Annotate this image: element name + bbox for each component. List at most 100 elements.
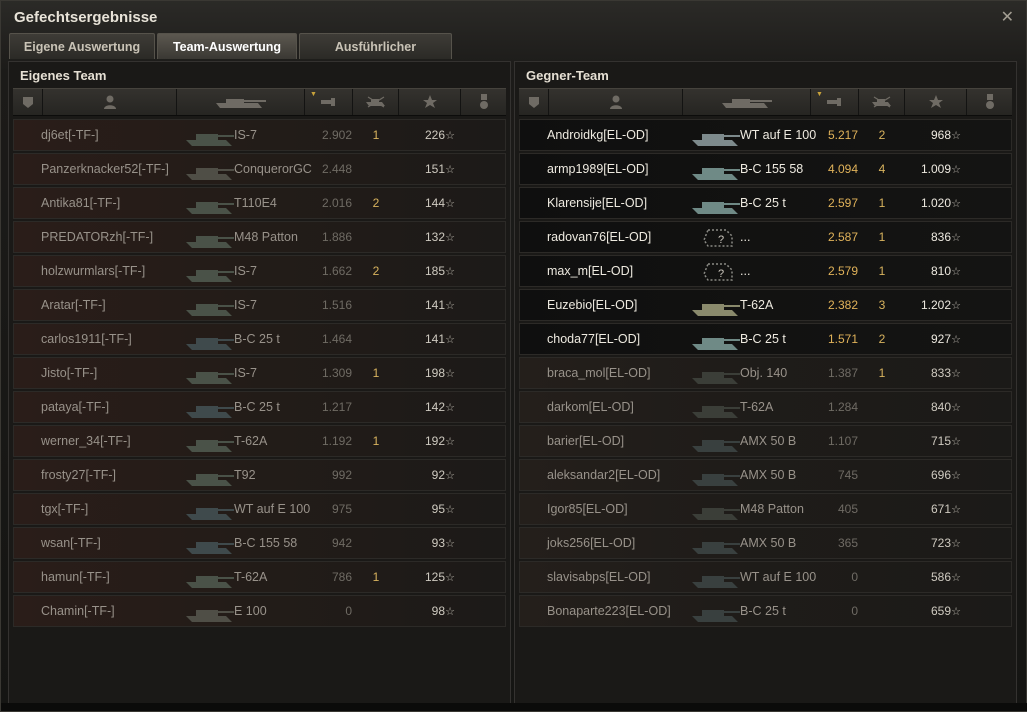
damage-sort-icon[interactable]: ▼ xyxy=(811,89,859,115)
table-row[interactable]: holzwurmlars[-TF-] IS-7 1.662 2 185 ☆ xyxy=(13,255,506,287)
player-name: Aratar[-TF-] xyxy=(41,298,106,312)
xp-sort-icon[interactable] xyxy=(399,89,461,115)
damage-value: 1.107 xyxy=(827,434,858,448)
table-row[interactable]: radovan76[EL-OD]?... 2.587 1 836 ☆ xyxy=(519,221,1012,253)
damage-value: 786 xyxy=(331,570,352,584)
table-row[interactable]: aleksandar2[EL-OD] AMX 50 B 745 696 ☆ xyxy=(519,459,1012,491)
damage-value: 1.516 xyxy=(321,298,352,312)
tank-icon xyxy=(186,406,234,418)
table-row-self[interactable]: Aratar[-TF-] IS-7 1.516 141 ☆ xyxy=(13,289,506,321)
table-row[interactable]: PREDATORzh[-TF-] M48 Patton 1.886 132 ☆ xyxy=(13,221,506,253)
table-row[interactable]: hamun[-TF-] T-62A 786 1 125 ☆ xyxy=(13,561,506,593)
xp-value: 671 xyxy=(930,502,951,516)
tab-own-evaluation[interactable]: Eigene Auswertung xyxy=(9,33,155,59)
table-row[interactable]: pataya[-TF-] B-C 25 t 1.217 142 ☆ xyxy=(13,391,506,423)
battle-results-window: Gefechtsergebnisse ✕ Eigene Auswertung T… xyxy=(0,0,1027,712)
table-row[interactable]: Bonaparte223[EL-OD] B-C 25 t 0 659 ☆ xyxy=(519,595,1012,627)
table-row[interactable]: joks256[EL-OD] AMX 50 B 365 723 ☆ xyxy=(519,527,1012,559)
star-icon: ☆ xyxy=(951,537,961,550)
table-row[interactable]: slavisabps[EL-OD] WT auf E 100 0 586 ☆ xyxy=(519,561,1012,593)
kills-sort-icon[interactable] xyxy=(353,89,399,115)
table-row[interactable]: Igor85[EL-OD] M48 Patton 405 671 ☆ xyxy=(519,493,1012,525)
star-icon: ☆ xyxy=(951,469,961,482)
table-row[interactable]: tgx[-TF-] WT auf E 100 975 95 ☆ xyxy=(13,493,506,525)
xp-sort-icon[interactable] xyxy=(905,89,967,115)
table-row[interactable]: Panzerknacker52[-TF-] ConquerorGC 2.448 151… xyxy=(13,153,506,185)
table-row[interactable]: braca_mol[EL-OD] Obj. 140 1.387 1 833 ☆ xyxy=(519,357,1012,389)
kills-value: 1 xyxy=(372,570,380,584)
table-row[interactable]: Chamin[-TF-] E 100 0 98 ☆ xyxy=(13,595,506,627)
star-icon: ☆ xyxy=(445,469,455,482)
own-team-header: ▼ xyxy=(13,88,506,116)
xp-value: 151 xyxy=(424,162,445,176)
vehicle-name: T92 xyxy=(234,468,256,482)
player-name: aleksandar2[EL-OD] xyxy=(547,468,661,482)
enemy-team-rows: Androidkg[EL-OD] WT auf E 100 5.217 2 968 ☆ a… xyxy=(519,119,1012,629)
xp-value: 1.020 xyxy=(920,196,951,210)
kills-sort-icon[interactable] xyxy=(859,89,905,115)
rank-sort-icon[interactable] xyxy=(13,89,43,115)
damage-value: 2.448 xyxy=(321,162,352,176)
xp-value: 226 xyxy=(424,128,445,142)
medal-sort-icon[interactable] xyxy=(967,89,1012,115)
damage-value: 2.587 xyxy=(827,230,858,244)
player-name: Antika81[-TF-] xyxy=(41,196,121,210)
player-name: barier[EL-OD] xyxy=(547,434,625,448)
player-name: Chamin[-TF-] xyxy=(41,604,115,618)
tank-icon xyxy=(692,338,740,350)
table-row[interactable]: dj6et[-TF-] IS-7 2.902 1 226 ☆ xyxy=(13,119,506,151)
tank-icon xyxy=(692,406,740,418)
table-row[interactable]: armp1989[EL-OD] B-C 155 58 4.094 4 1.009 ☆ xyxy=(519,153,1012,185)
table-row[interactable]: werner_34[-TF-] T-62A 1.192 1 192 ☆ xyxy=(13,425,506,457)
table-row[interactable]: max_m[EL-OD]?... 2.579 1 810 ☆ xyxy=(519,255,1012,287)
xp-value: 840 xyxy=(930,400,951,414)
svg-text:?: ? xyxy=(718,268,724,280)
star-icon: ☆ xyxy=(951,265,961,278)
medal-sort-icon[interactable] xyxy=(461,89,506,115)
table-row[interactable]: darkom[EL-OD] T-62A 1.284 840 ☆ xyxy=(519,391,1012,423)
kills-value: 3 xyxy=(878,298,886,312)
player-name: pataya[-TF-] xyxy=(41,400,110,414)
table-row[interactable]: wsan[-TF-] B-C 155 58 942 93 ☆ xyxy=(13,527,506,559)
close-icon[interactable]: ✕ xyxy=(1001,7,1014,27)
xp-value: 95 xyxy=(431,502,445,516)
star-icon: ☆ xyxy=(445,401,455,414)
damage-value: 745 xyxy=(837,468,858,482)
rank-sort-icon[interactable] xyxy=(519,89,549,115)
table-row[interactable]: Euzebio[EL-OD] T-62A 2.382 3 1.202 ☆ xyxy=(519,289,1012,321)
table-row[interactable]: Androidkg[EL-OD] WT auf E 100 5.217 2 968 ☆ xyxy=(519,119,1012,151)
own-team-rows: dj6et[-TF-] IS-7 2.902 1 226 ☆ Panzerknacker5… xyxy=(13,119,506,629)
table-row[interactable]: Klarensije[EL-OD] B-C 25 t 2.597 1 1.020 ☆ xyxy=(519,187,1012,219)
player-sort-icon[interactable] xyxy=(549,89,683,115)
tab-team-evaluation[interactable]: Team-Auswertung xyxy=(157,33,297,59)
star-icon: ☆ xyxy=(951,231,961,244)
xp-value: 98 xyxy=(431,604,445,618)
damage-value: 0 xyxy=(345,604,352,618)
xp-value: 696 xyxy=(930,468,951,482)
vehicle-name: B-C 25 t xyxy=(740,196,786,210)
player-name: max_m[EL-OD] xyxy=(547,264,634,278)
star-icon: ☆ xyxy=(951,605,961,618)
player-sort-icon[interactable] xyxy=(43,89,177,115)
xp-value: 833 xyxy=(930,366,951,380)
xp-value: 132 xyxy=(424,230,445,244)
tank-icon xyxy=(186,270,234,282)
tank-icon xyxy=(186,134,234,146)
table-row[interactable]: Jisto[-TF-] IS-7 1.309 1 198 ☆ xyxy=(13,357,506,389)
damage-value: 1.309 xyxy=(321,366,352,380)
star-icon: ☆ xyxy=(951,333,961,346)
vehicle-sort-icon[interactable] xyxy=(683,89,811,115)
table-row[interactable]: choda77[EL-OD] B-C 25 t 1.571 2 927 ☆ xyxy=(519,323,1012,355)
damage-value: 992 xyxy=(331,468,352,482)
damage-sort-icon[interactable]: ▼ xyxy=(305,89,353,115)
player-name: carlos1911[-TF-] xyxy=(41,332,132,346)
table-row[interactable]: carlos1911[-TF-] B-C 25 t 1.464 141 ☆ xyxy=(13,323,506,355)
vehicle-sort-icon[interactable] xyxy=(177,89,305,115)
tab-detailed-report[interactable]: Ausführlicher Bericht xyxy=(299,33,452,80)
kills-value: 2 xyxy=(372,196,380,210)
table-row[interactable]: Antika81[-TF-] T110E4 2.016 2 144 ☆ xyxy=(13,187,506,219)
table-row[interactable]: frosty27[-TF-] T92 992 92 ☆ xyxy=(13,459,506,491)
table-row[interactable]: barier[EL-OD] AMX 50 B 1.107 715 ☆ xyxy=(519,425,1012,457)
star-icon: ☆ xyxy=(445,299,455,312)
vehicle-name: IS-7 xyxy=(234,366,257,380)
